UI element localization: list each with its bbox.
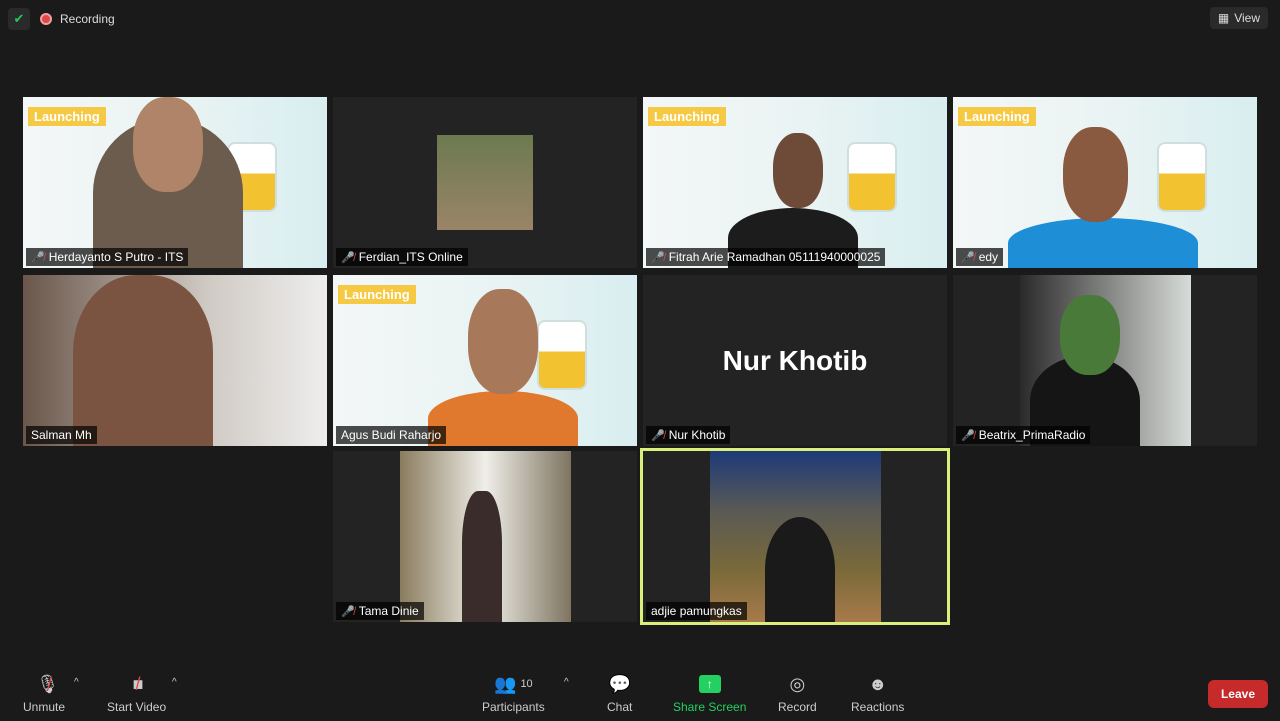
recording-label: Recording: [60, 12, 115, 26]
video-tile[interactable]: Launching 🎤̸ Fitrah Arie Ramadhan 0511194…: [643, 97, 947, 268]
video-feed: Launching: [23, 97, 327, 268]
video-feed: Launching: [953, 97, 1257, 268]
video-tile[interactable]: 🎤̸ Tama Dinie: [333, 451, 637, 622]
video-feed: [400, 451, 571, 622]
mic-muted-icon: 🎤̸: [961, 429, 975, 442]
record-icon: ◎: [789, 673, 806, 694]
reactions-icon: ☻: [868, 673, 888, 694]
participant-name: 🎤̸ edy: [956, 248, 1004, 266]
launch-tag: Launching: [958, 107, 1036, 126]
share-screen-button[interactable]: ↑ Share Screen: [673, 673, 746, 714]
participant-count: 10: [520, 678, 533, 690]
video-feed: Launching: [333, 275, 637, 446]
leave-button[interactable]: Leave: [1207, 680, 1268, 708]
participant-name: 🎤̸ Herdayanto S Putro - ITS: [26, 248, 189, 266]
video-options-caret[interactable]: ^: [172, 677, 177, 688]
launch-tag: Launching: [28, 107, 106, 126]
audio-options-caret[interactable]: ^: [74, 677, 79, 688]
participant-name: 🎤̸ Tama Dinie: [336, 602, 424, 620]
record-dot-icon: [40, 13, 52, 25]
mic-muted-icon: 🎤̸: [31, 251, 45, 264]
meeting-toolbar: 🎙 / Unmute ^ ■ / Start Video ^ 👥 10 Participan…: [0, 661, 1280, 721]
start-video-button[interactable]: ■ / Start Video: [107, 673, 166, 715]
grid-icon: ▦: [1217, 11, 1230, 25]
launch-tag: Launching: [338, 285, 416, 304]
mic-muted-icon: 🎤̸: [341, 251, 355, 264]
recording-indicator[interactable]: Recording: [40, 12, 115, 26]
participant-name: Salman Mh: [26, 426, 97, 444]
participant-name: 🎤̸ Fitrah Arie Ramadhan 05111940000025: [646, 248, 886, 266]
view-label: View: [1234, 11, 1260, 25]
mic-muted-icon: 🎙 /: [36, 673, 59, 694]
reactions-button[interactable]: ☻ Reactions: [851, 673, 904, 715]
mic-muted-icon: 🎤̸: [651, 429, 665, 442]
video-tile[interactable]: 🎤̸ Ferdian_ITS Online: [333, 97, 637, 268]
profile-picture: [437, 135, 533, 230]
mic-muted-icon: 🎤̸: [341, 605, 355, 618]
video-tile-active-speaker[interactable]: adjie pamungkas: [640, 448, 950, 625]
chat-button[interactable]: 💬 Chat: [607, 673, 632, 715]
video-tile[interactable]: Launching 🎤̸ Herdayanto S Putro - ITS: [23, 97, 327, 268]
participant-name: 🎤̸ Beatrix_PrimaRadio: [956, 426, 1091, 444]
participant-name: adjie pamungkas: [646, 602, 747, 620]
video-tile[interactable]: Nur Khotib 🎤̸ Nur Khotib: [643, 275, 947, 446]
mic-muted-icon: 🎤̸: [651, 251, 665, 264]
participants-icon: 👥: [494, 673, 517, 694]
participant-name: 🎤̸ Ferdian_ITS Online: [336, 248, 468, 266]
video-feed: [1020, 275, 1191, 446]
record-button[interactable]: ◎ Record: [778, 673, 817, 715]
video-tile[interactable]: Launching Agus Budi Raharjo: [333, 275, 637, 446]
participants-button[interactable]: 👥 10 Participants: [482, 673, 545, 715]
video-tile[interactable]: Salman Mh: [23, 275, 327, 446]
mic-muted-icon: 🎤̸: [961, 251, 975, 264]
shield-icon[interactable]: ✔: [8, 8, 30, 30]
launch-tag: Launching: [648, 107, 726, 126]
share-screen-icon: ↑: [698, 673, 721, 695]
participant-name: Agus Budi Raharjo: [336, 426, 447, 444]
view-button[interactable]: ▦ View: [1209, 7, 1268, 29]
video-feed: Launching: [643, 97, 947, 268]
video-feed: [710, 451, 881, 622]
video-feed: [23, 275, 327, 446]
participant-name: 🎤̸ Nur Khotib: [646, 426, 731, 444]
participant-display-name: Nur Khotib: [722, 344, 868, 376]
video-tile[interactable]: 🎤̸ Beatrix_PrimaRadio: [953, 275, 1257, 446]
participants-options-caret[interactable]: ^: [564, 677, 569, 688]
unmute-button[interactable]: 🎙 / Unmute: [23, 673, 65, 715]
chat-icon: 💬: [608, 673, 631, 694]
video-tile[interactable]: Launching 🎤̸ edy: [953, 97, 1257, 268]
video-off-icon: ■ /: [132, 673, 144, 694]
